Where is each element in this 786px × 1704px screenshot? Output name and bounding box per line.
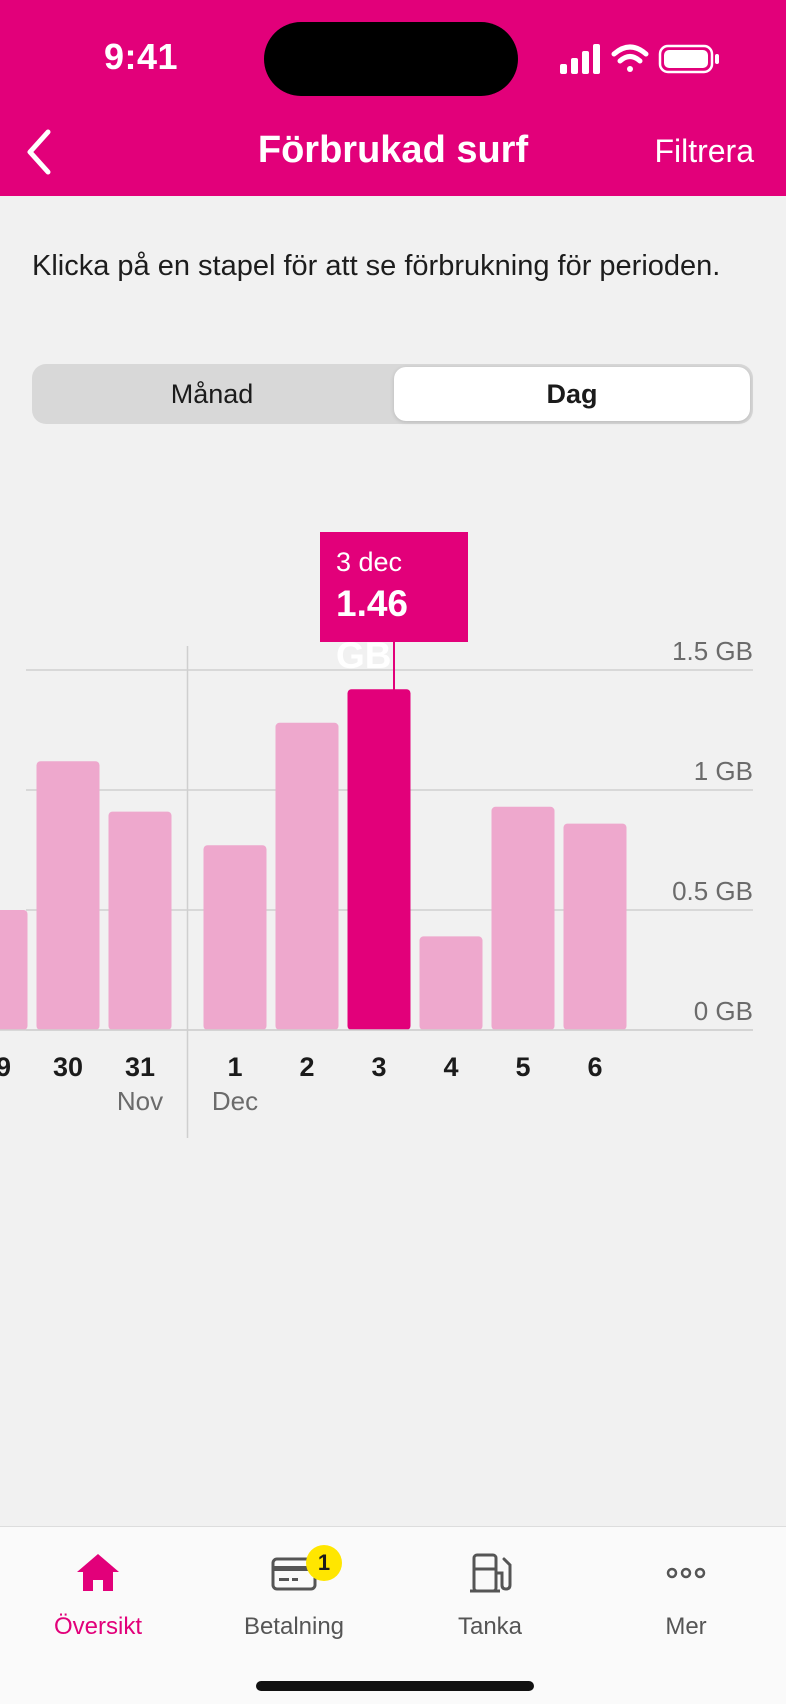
dynamic-island [264,22,518,96]
y-tick-label: 1.5 GB [672,636,753,666]
tab-betalning[interactable]: 1 Betalning [196,1527,392,1667]
bar-selected[interactable] [347,689,411,1030]
month-label: Nov [117,1086,163,1116]
period-segmented-control: Månad Dag [32,364,753,424]
y-tick-label: 0 GB [694,996,753,1026]
x-tick-label: 3 [371,1052,386,1082]
bar[interactable] [491,806,555,1030]
x-tick-label: 30 [53,1052,83,1082]
home-icon [77,1554,119,1591]
tab-label: Tanka [457,1613,523,1640]
status-icons [560,44,719,74]
instruction-text: Klicka på en stapel för att se förbrukni… [32,250,721,282]
bar[interactable] [563,823,627,1030]
tooltip-value: 1.46 GB [336,583,409,676]
battery-icon [658,44,719,74]
tab-oversikt[interactable]: Översikt [0,1527,196,1667]
tab-label: Betalning [243,1613,345,1640]
bottom-tab-bar: Översikt 1 Betalning Tanka Mer [0,1526,786,1704]
tab-label: Mer [665,1613,707,1640]
wifi-icon [611,44,649,72]
segment-month[interactable]: Månad [35,367,389,421]
tab-label: Översikt [53,1613,142,1640]
y-tick-label: 1 GB [694,756,753,786]
x-tick-label: 4 [443,1052,458,1082]
selected-bar-tooltip: 3 dec 1.46 GB [320,532,468,676]
x-tick-label: 1 [227,1052,242,1082]
app-header: 9:41 Förbrukad surf Filtrera [0,0,786,196]
filter-button[interactable]: Filtrera [654,133,754,170]
notification-badge: 1 [306,1545,342,1581]
bar[interactable] [203,845,267,1030]
bar[interactable] [36,761,100,1030]
bar[interactable] [419,936,483,1030]
x-tick-label: 2 [299,1052,314,1082]
status-time: 9:41 [104,36,179,77]
tooltip-date: 3 dec [336,547,403,577]
tab-tanka[interactable]: Tanka [392,1527,588,1667]
more-dots-icon [666,1567,706,1579]
bar[interactable] [108,811,172,1030]
x-tick-label: 29 [0,1052,11,1082]
x-tick-label: 5 [515,1052,530,1082]
tab-mer[interactable]: Mer [588,1527,784,1667]
segment-day[interactable]: Dag [394,367,750,421]
home-indicator [256,1681,534,1691]
month-label: Dec [212,1086,258,1116]
fuel-pump-icon [470,1553,512,1593]
bar[interactable] [0,910,28,1030]
x-tick-label: 6 [587,1052,602,1082]
bar[interactable] [275,722,339,1030]
x-tick-label: 31 [125,1052,155,1082]
signal-icon [560,44,600,74]
y-tick-label: 0.5 GB [672,876,753,906]
